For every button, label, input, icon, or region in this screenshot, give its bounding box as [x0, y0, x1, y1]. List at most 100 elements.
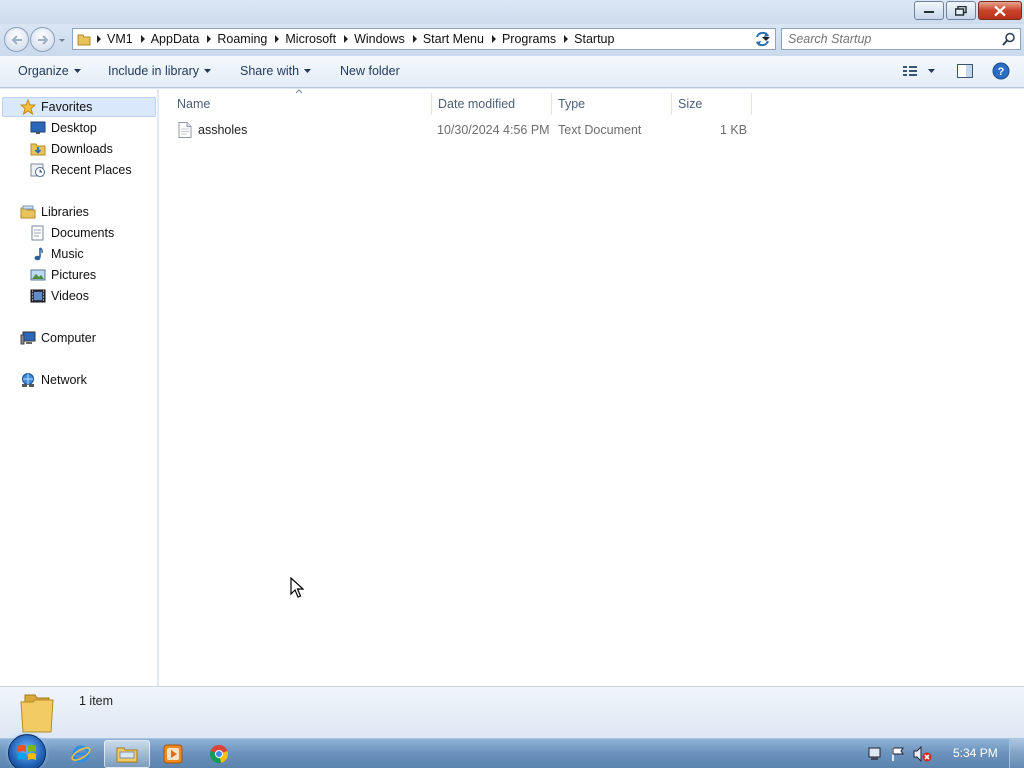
svg-text:?: ? — [998, 66, 1005, 78]
details-pane: 1 item — [0, 686, 1024, 738]
close-button[interactable] — [978, 1, 1022, 20]
chevron-down-icon — [304, 69, 312, 73]
desktop-icon — [30, 121, 46, 134]
sidebar-item-music[interactable]: Music — [30, 244, 84, 264]
network-icon — [22, 373, 34, 387]
breadcrumb-item[interactable]: Programs — [498, 32, 562, 46]
sidebar-item-label: Desktop — [51, 121, 97, 135]
breadcrumb-separator-icon[interactable] — [342, 34, 350, 44]
refresh-icon[interactable] — [750, 28, 775, 50]
column-label: Date modified — [438, 97, 516, 111]
column-label: Name — [177, 97, 211, 111]
show-hidden-icons-icon[interactable] — [866, 746, 884, 762]
sidebar-item-favorites[interactable]: Favorites — [2, 97, 156, 117]
new-folder-label: New folder — [340, 64, 400, 78]
sidebar-item-recent-places[interactable]: Recent Places — [30, 160, 132, 180]
minimize-button[interactable] — [914, 1, 944, 20]
taskbar-internet-explorer[interactable] — [58, 740, 104, 768]
breadcrumb-separator-icon[interactable] — [562, 34, 570, 44]
new-folder-button[interactable]: New folder — [340, 64, 400, 78]
breadcrumb-item[interactable]: Microsoft — [281, 32, 342, 46]
breadcrumb-separator-icon[interactable] — [205, 34, 213, 44]
share-with-button[interactable]: Share with — [240, 64, 312, 78]
navigation-pane: Favorites Desktop Downloads Recent Place… — [0, 89, 158, 686]
forward-button[interactable] — [30, 27, 55, 52]
windows-logo-icon — [18, 745, 36, 760]
sidebar-item-label: Computer — [41, 331, 96, 345]
sidebar-item-computer[interactable]: Computer — [20, 328, 96, 348]
sidebar-item-libraries[interactable]: Libraries — [20, 202, 89, 222]
back-button[interactable] — [4, 27, 29, 52]
chevron-down-icon — [204, 69, 212, 73]
volume-muted-icon[interactable] — [913, 746, 933, 762]
help-icon: ? — [992, 62, 1010, 80]
sidebar-item-pictures[interactable]: Pictures — [30, 265, 96, 285]
restore-icon — [955, 5, 967, 16]
sidebar-item-downloads[interactable]: Downloads — [30, 139, 113, 159]
breadcrumb-item[interactable]: Roaming — [213, 32, 273, 46]
breadcrumb-separator-icon[interactable] — [273, 34, 281, 44]
column-label: Size — [678, 97, 703, 111]
internet-explorer-icon — [71, 745, 91, 763]
organize-button[interactable]: Organize — [18, 64, 81, 78]
system-clock[interactable]: 5:34 PM — [953, 746, 998, 760]
breadcrumb-item[interactable]: VM1 — [103, 32, 139, 46]
sidebar-item-desktop[interactable]: Desktop — [30, 118, 97, 138]
breadcrumb-separator-icon[interactable] — [411, 34, 419, 44]
windows-explorer-icon — [116, 747, 138, 763]
libraries-icon — [20, 205, 36, 219]
search-icon[interactable] — [1002, 32, 1016, 46]
sidebar-item-label: Pictures — [51, 268, 97, 282]
change-view-button[interactable] — [901, 63, 937, 82]
file-name: assholes — [198, 123, 248, 137]
show-desktop-button[interactable] — [1009, 739, 1024, 768]
include-in-library-label: Include in library — [108, 64, 200, 78]
sidebar-item-label: Network — [41, 373, 87, 387]
column-header-type[interactable]: Type — [552, 93, 672, 115]
file-date-modified: 10/30/2024 4:56 PM — [437, 123, 550, 137]
pictures-icon — [30, 269, 46, 281]
taskbar-windows-explorer[interactable] — [104, 740, 150, 768]
column-header-name[interactable]: Name — [171, 93, 432, 115]
column-header-size[interactable]: Size — [672, 93, 752, 115]
taskbar-chrome[interactable] — [196, 740, 242, 768]
action-center-flag-icon[interactable] — [890, 746, 906, 762]
start-button[interactable] — [8, 734, 46, 768]
preview-pane-button[interactable] — [956, 63, 974, 82]
breadcrumb-item[interactable]: Startup — [570, 32, 620, 46]
help-button[interactable]: ? — [992, 62, 1010, 83]
breadcrumb-separator-icon[interactable] — [490, 34, 498, 44]
text-file-icon — [178, 122, 192, 138]
address-bar[interactable]: VM1 AppData Roaming Microsoft Windows Start M… — [72, 28, 776, 50]
recent-places-icon — [30, 163, 45, 177]
window-controls — [914, 1, 1022, 20]
restore-button[interactable] — [946, 1, 976, 20]
music-icon — [34, 247, 43, 261]
recent-pages-dropdown[interactable] — [58, 36, 66, 46]
column-header-date-modified[interactable]: Date modified — [432, 93, 552, 115]
minimize-icon — [924, 10, 934, 13]
downloads-icon — [30, 143, 46, 156]
chrome-icon — [209, 745, 229, 764]
table-row[interactable]: assholes 10/30/2024 4:56 PM Text Documen… — [175, 119, 755, 141]
taskbar-media-player[interactable] — [150, 740, 196, 768]
breadcrumb-separator-icon[interactable] — [95, 34, 103, 44]
sidebar-item-network[interactable]: Network — [20, 370, 87, 390]
search-input[interactable] — [788, 31, 993, 47]
folder-icon — [77, 34, 91, 46]
file-size: 1 KB — [720, 123, 748, 137]
sidebar-item-videos[interactable]: Videos — [30, 286, 89, 306]
sidebar-item-label: Documents — [51, 226, 115, 240]
include-in-library-button[interactable]: Include in library — [108, 64, 212, 78]
close-icon — [994, 5, 1006, 16]
search-box[interactable] — [781, 28, 1021, 50]
breadcrumb-separator-icon[interactable] — [139, 34, 147, 44]
media-player-icon — [163, 744, 183, 764]
forward-arrow-icon — [37, 34, 48, 45]
sidebar-item-documents[interactable]: Documents — [30, 223, 114, 243]
breadcrumb-item[interactable]: AppData — [147, 32, 206, 46]
file-list[interactable]: Name Date modified Type Size assholes 10… — [159, 89, 1024, 686]
breadcrumb-item[interactable]: Windows — [350, 32, 411, 46]
star-icon — [20, 99, 36, 115]
breadcrumb-item[interactable]: Start Menu — [419, 32, 490, 46]
